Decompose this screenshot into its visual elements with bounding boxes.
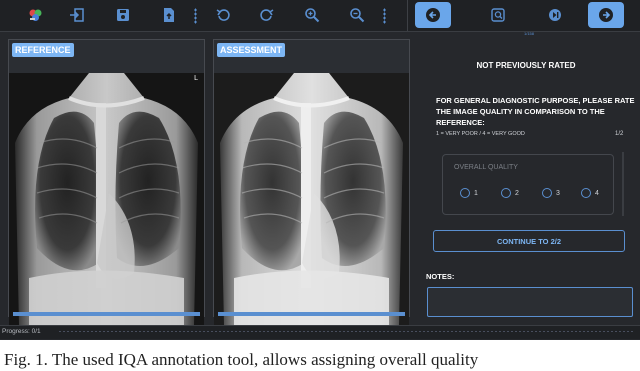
import-icon[interactable]: [65, 4, 89, 26]
quality-option-1[interactable]: 1: [460, 188, 478, 198]
quality-option-2[interactable]: 2: [501, 188, 519, 198]
option-label: 4: [595, 189, 599, 197]
zoom-in-icon[interactable]: [300, 4, 324, 26]
reference-label: REFERENCE: [12, 43, 74, 57]
assessment-scrollbar[interactable]: [218, 312, 405, 316]
search-zoom-button[interactable]: [485, 2, 511, 28]
progress-area: Progress: 0/1: [0, 325, 640, 339]
overall-quality-group: OVERALL QUALITY 1 2 3 4: [442, 154, 614, 215]
toolbar-divider: [407, 0, 408, 31]
reference-panel: REFERENCE L: [8, 39, 205, 325]
notes-label: NOTES:: [426, 272, 455, 281]
rating-instructions: FOR GENERAL DIAGNOSTIC PURPOSE, PLEASE R…: [436, 96, 635, 127]
page-indicator: 1/2: [615, 131, 624, 137]
progress-bar: [58, 330, 634, 333]
radio-button[interactable]: [581, 188, 591, 198]
radio-button[interactable]: [542, 188, 552, 198]
figure-caption: Fig. 1. The used IQA annotation tool, al…: [4, 350, 479, 369]
assessment-panel: ASSESSMENT: [213, 39, 410, 325]
next-arrow-icon: [599, 8, 613, 22]
app-window: 1/158 REFERENCE L ASSESSMENT NOT PREVIOU…: [0, 0, 640, 340]
orientation-marker: L: [194, 75, 198, 82]
overall-quality-label: OVERALL QUALITY: [454, 164, 518, 171]
rating-scrollbar[interactable]: [622, 152, 624, 216]
skip-button[interactable]: [542, 2, 568, 28]
rating-panel: NOT PREVIOUSLY RATED FOR GENERAL DIAGNOS…: [412, 38, 640, 328]
option-label: 2: [515, 189, 519, 197]
option-label: 3: [556, 189, 560, 197]
quality-option-4[interactable]: 4: [581, 188, 599, 198]
continue-button[interactable]: CONTINUE TO 2/2: [433, 230, 625, 252]
reference-xray-image[interactable]: L: [9, 73, 204, 325]
toolbar-grip[interactable]: [194, 8, 197, 24]
export-file-icon[interactable]: [157, 4, 181, 26]
toolbar: [0, 0, 640, 32]
zoom-out-icon[interactable]: [345, 4, 369, 26]
previous-arrow-icon: [426, 8, 440, 22]
progress-label: Progress: 0/1: [2, 328, 41, 335]
assessment-xray-image[interactable]: [214, 73, 409, 325]
radio-button[interactable]: [501, 188, 511, 198]
rotate-right-icon[interactable]: [255, 4, 279, 26]
save-icon[interactable]: [111, 4, 135, 26]
previous-button[interactable]: [415, 2, 451, 28]
image-counter: 1/158: [523, 31, 534, 36]
rating-status: NOT PREVIOUSLY RATED: [476, 61, 576, 70]
next-button[interactable]: [588, 2, 624, 28]
option-label: 1: [474, 189, 478, 197]
skip-icon: [549, 9, 561, 21]
radio-button[interactable]: [460, 188, 470, 198]
assessment-label: ASSESSMENT: [217, 43, 286, 57]
search-zoom-icon: [491, 8, 505, 22]
rotate-left-icon[interactable]: [211, 4, 235, 26]
palette-icon[interactable]: [24, 4, 48, 26]
toolbar-grip[interactable]: [383, 8, 386, 24]
quality-option-3[interactable]: 3: [542, 188, 560, 198]
scale-legend: 1 = VERY POOR / 4 = VERY GOOD: [436, 131, 525, 137]
notes-field[interactable]: [427, 287, 633, 317]
reference-scrollbar[interactable]: [13, 312, 200, 316]
